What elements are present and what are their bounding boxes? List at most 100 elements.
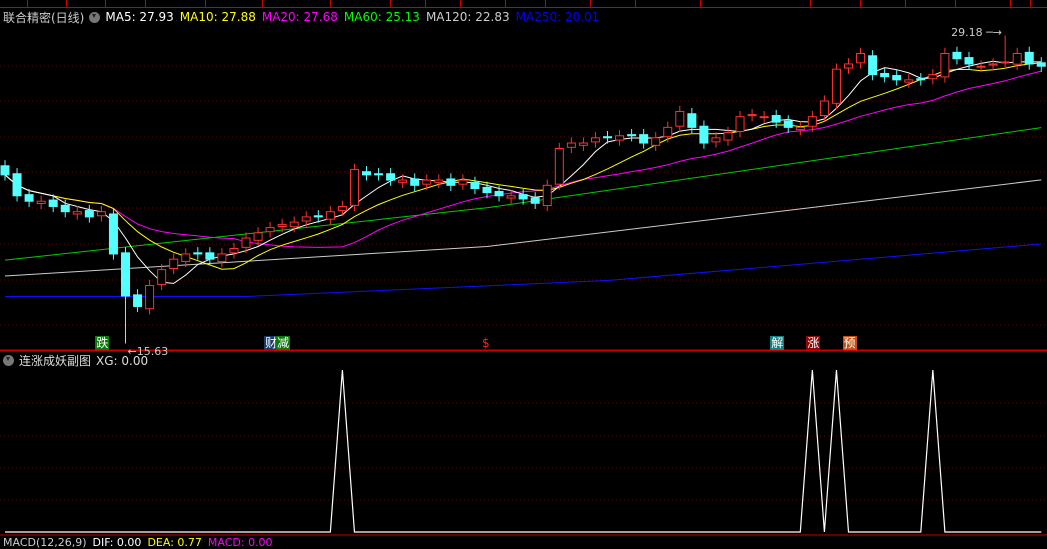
candle-body: [566, 142, 576, 148]
candle-body: [639, 134, 649, 144]
toolbar-tab-divider: [390, 0, 391, 8]
xg-value: XG: 0.00: [96, 353, 149, 368]
candlestick-chart[interactable]: [0, 26, 1047, 351]
candle-body: [325, 211, 335, 220]
ma-legend-item: MA120: 22.83: [425, 10, 510, 24]
sub-chart-title: 连涨成妖副图: [19, 354, 92, 368]
candle-body: [482, 186, 492, 194]
signal-marker: 预: [842, 336, 857, 350]
candle-body: [940, 53, 950, 78]
signal-marker: 减: [276, 336, 291, 350]
candle-body: [807, 116, 817, 127]
stock-name: 联合精密(日线): [3, 10, 85, 25]
candle-body: [651, 137, 661, 146]
candle-body: [84, 210, 94, 218]
candle-body: [880, 73, 890, 78]
candle-body: [494, 190, 504, 197]
candle-body: [229, 248, 239, 254]
candle-body: [193, 252, 203, 255]
candle-body: [181, 253, 191, 262]
toolbar-tab-divider: [545, 0, 546, 8]
candle-body: [518, 194, 528, 200]
candle-body: [904, 79, 914, 83]
toolbar-tab-divider: [905, 0, 906, 8]
ma-legend-item: MA60: 25.13: [343, 10, 420, 24]
toolbar-tab-divider: [66, 0, 67, 8]
candle-body: [747, 114, 757, 117]
candle-body: [362, 171, 371, 176]
candle-body: [121, 252, 130, 297]
candle-body: [615, 135, 625, 141]
candle-body: [603, 136, 612, 139]
dropdown-icon[interactable]: [89, 11, 101, 23]
candle-body: [711, 137, 721, 143]
candle-body: [0, 165, 10, 176]
candle-body: [892, 75, 902, 81]
macd-legend-item: MACD: 0.00: [207, 536, 273, 549]
main-chart-header: 联合精密(日线) MA5: 27.93 MA10: 27.88 MA20: 27.6…: [3, 8, 599, 26]
candle-body: [868, 55, 878, 76]
xg-line: [5, 369, 1042, 533]
candle-body: [783, 120, 793, 128]
candle-body: [735, 116, 745, 132]
toolbar-tab-divider: [145, 0, 146, 8]
candle-body: [795, 126, 805, 131]
toolbar-tab-divider: [955, 0, 956, 8]
candle-body: [976, 65, 986, 68]
candle-body: [241, 237, 251, 248]
candle-body: [169, 258, 179, 270]
macd-legend-item: DIF: 0.00: [92, 536, 142, 549]
toolbar-tab-divider: [505, 0, 506, 8]
candle-body: [12, 173, 22, 197]
ma20-line: [4, 70, 1042, 248]
candle-body: [217, 253, 227, 262]
candle-body: [133, 294, 143, 307]
candle-body: [627, 134, 637, 137]
ma10-line: [4, 62, 1042, 270]
macd-header: MACD(12,26,9) DIF: 0.00 DEA: 0.77 MACD: 0.0…: [3, 536, 273, 549]
candle-body: [24, 194, 34, 202]
candle-body: [205, 252, 215, 260]
toolbar-tab-divider: [860, 0, 861, 8]
candle-body: [663, 126, 673, 138]
candle-body: [590, 137, 600, 143]
toolbar-tab-divider: [330, 0, 331, 8]
candle-body: [699, 125, 709, 144]
toolbar-tab-divider: [105, 0, 106, 8]
toolbar-tab-divider: [1010, 0, 1011, 8]
candle-body: [410, 178, 420, 186]
signal-marker: 解: [770, 336, 785, 350]
toolbar-tab-divider: [635, 0, 636, 8]
toolbar-tab-divider: [460, 0, 461, 8]
candle-body: [108, 213, 118, 255]
toolbar-tab-divider: [590, 0, 591, 8]
candle-body: [1012, 53, 1022, 65]
candle-body: [470, 181, 480, 189]
candle-body: [253, 232, 263, 241]
high-price-label: 29.18: [951, 25, 983, 39]
candle-body: [145, 285, 155, 310]
toolbar-tab-divider: [262, 0, 263, 8]
candle-body: [72, 211, 82, 215]
candle-body: [96, 211, 106, 217]
candle-body: [759, 116, 769, 119]
candle-body: [530, 197, 540, 204]
candle-body: [831, 68, 841, 104]
candle-body: [578, 142, 588, 146]
candle-body: [36, 200, 46, 205]
candle-body: [60, 204, 70, 213]
candle-body: [48, 199, 58, 207]
candle-body: [952, 51, 962, 60]
high-price-marker: 29.18 ─→: [951, 25, 1002, 39]
candle-body: [398, 179, 408, 183]
xg-sub-chart[interactable]: [0, 350, 1047, 536]
toolbar-tab-divider: [1030, 0, 1031, 8]
candle-body: [386, 173, 396, 181]
candle-body: [856, 53, 866, 64]
candle-body: [349, 168, 359, 206]
candle-body: [301, 216, 311, 222]
dropdown-icon[interactable]: [3, 355, 14, 366]
toolbar-tab-divider: [810, 0, 811, 8]
top-toolbar[interactable]: [0, 0, 1047, 8]
candle-body: [1036, 62, 1046, 67]
